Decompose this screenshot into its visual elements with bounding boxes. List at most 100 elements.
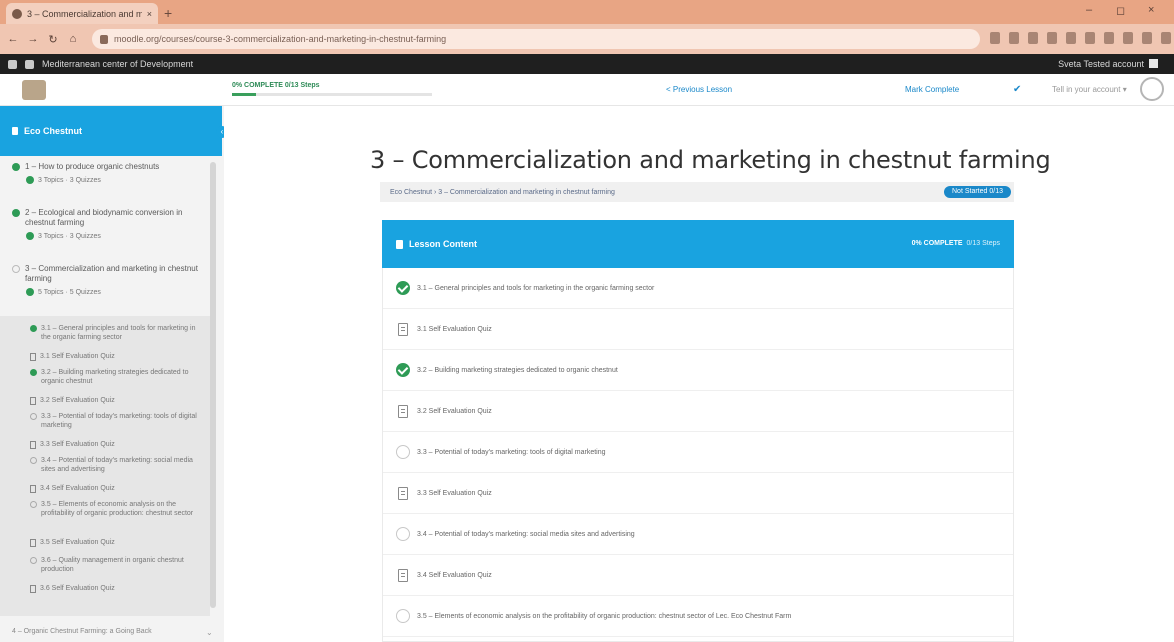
content-row-quiz[interactable]: 3.3 Self Evaluation Quiz xyxy=(383,473,1013,514)
close-window-icon[interactable]: × xyxy=(1148,4,1154,16)
site-icon[interactable] xyxy=(8,59,17,69)
address-bar[interactable]: moodle.org/courses/course-3-commercializ… xyxy=(92,29,980,49)
sidebar-header[interactable]: Eco Chestnut xyxy=(0,106,222,156)
extensions-bar xyxy=(990,32,1174,44)
course-title: Eco Chestnut xyxy=(24,126,83,136)
maximize-icon[interactable]: ◻ xyxy=(1116,4,1125,17)
collapse-icon[interactable] xyxy=(26,288,34,296)
user-avatar-icon[interactable] xyxy=(1149,59,1158,68)
lesson-title: 3 – Commercialization and marketing in c… xyxy=(25,264,198,283)
quiz-item[interactable]: 3.5 Self Evaluation Quiz xyxy=(30,538,200,547)
quiz-item[interactable]: 3.1 Self Evaluation Quiz xyxy=(30,352,200,361)
reload-icon[interactable]: ↻ xyxy=(46,33,60,46)
lesson-content-header: Lesson Content 0% COMPLETE 0/13 Steps xyxy=(382,220,1014,268)
sidebar-lesson[interactable]: 2 – Ecological and biodynamic conversion… xyxy=(12,208,198,240)
quiz-item[interactable]: 3.2 Self Evaluation Quiz xyxy=(30,396,200,405)
site-name-link[interactable]: Mediterranean center of Development xyxy=(42,59,193,69)
extension-icon[interactable] xyxy=(1085,32,1095,44)
extension-icon[interactable] xyxy=(990,32,1000,44)
topic-incomplete-icon xyxy=(30,557,37,564)
back-icon[interactable]: ← xyxy=(6,33,20,45)
quiz-item[interactable]: 3.3 Self Evaluation Quiz xyxy=(30,440,200,449)
quiz-icon xyxy=(398,568,408,582)
extension-icon[interactable] xyxy=(1142,32,1152,44)
lock-icon xyxy=(100,34,108,44)
extension-icon[interactable] xyxy=(1066,32,1076,44)
topic-label: 3.2 – Building marketing strategies dedi… xyxy=(41,369,189,385)
topic-item[interactable]: 3.3 – Potential of today's marketing: to… xyxy=(30,412,200,430)
dashboard-icon[interactable] xyxy=(25,59,34,69)
admin-user-label[interactable]: Sveta Tested account xyxy=(1058,59,1144,69)
lesson-complete-icon xyxy=(12,209,20,217)
admin-bar: Mediterranean center of Development Svet… xyxy=(0,54,1174,74)
quiz-item[interactable]: 3.6 Self Evaluation Quiz xyxy=(30,584,200,593)
minimize-icon[interactable]: – xyxy=(1086,4,1092,16)
topic-item[interactable]: 3.2 – Building marketing strategies dedi… xyxy=(30,368,200,386)
mark-complete-link[interactable]: Mark Complete xyxy=(905,85,959,94)
sidebar-toggle-icon[interactable]: ‹ xyxy=(216,126,224,138)
content-row-topic[interactable]: 3.4 – Potential of today's marketing: so… xyxy=(383,514,1013,555)
expand-icon[interactable] xyxy=(26,176,34,184)
content-row-quiz[interactable]: 3.2 Self Evaluation Quiz xyxy=(383,391,1013,432)
quiz-icon xyxy=(30,485,36,493)
quiz-icon xyxy=(398,404,408,418)
previous-lesson-link[interactable]: < Previous Lesson xyxy=(666,85,732,94)
extension-icon[interactable] xyxy=(1009,32,1019,44)
new-tab-icon[interactable]: + xyxy=(164,5,172,21)
content-row-topic[interactable]: 3.1 – General principles and tools for m… xyxy=(383,268,1013,309)
browser-tab-bar: 3 – Commercialization and mar × + – ◻ × xyxy=(0,0,1174,24)
topic-label: 3.6 – Quality management in organic ches… xyxy=(41,557,184,573)
topic-incomplete-icon xyxy=(30,457,37,464)
extension-icon[interactable] xyxy=(1047,32,1057,44)
lesson-meta: 3 Topics · 3 Quizzes xyxy=(38,232,101,240)
topic-item[interactable]: 3.1 – General principles and tools for m… xyxy=(30,324,200,342)
topic-item[interactable]: 3.5 – Elements of economic analysis on t… xyxy=(30,500,200,518)
quiz-icon xyxy=(398,486,408,500)
breadcrumb-text[interactable]: Eco Chestnut › 3 – Commercialization and… xyxy=(390,189,615,196)
topic-incomplete-icon xyxy=(30,501,37,508)
chevron-down-icon[interactable]: ⌄ xyxy=(206,628,213,637)
topic-incomplete-icon xyxy=(30,413,37,420)
sidebar-scrollbar[interactable] xyxy=(210,162,216,608)
quiz-item[interactable]: 3.4 Self Evaluation Quiz xyxy=(30,484,200,493)
quiz-label: 3.1 Self Evaluation Quiz xyxy=(40,353,115,360)
status-badge: Not Started 0/13 xyxy=(944,186,1011,198)
browser-tab[interactable]: 3 – Commercialization and mar × xyxy=(6,3,158,24)
lesson-content-list: 3.1 – General principles and tools for m… xyxy=(382,268,1014,642)
topic-label: 3.1 – General principles and tools for m… xyxy=(41,325,196,341)
topic-complete-icon xyxy=(30,369,37,376)
extension-icon[interactable] xyxy=(1028,32,1038,44)
close-tab-icon[interactable]: × xyxy=(147,9,152,19)
check-circle-icon xyxy=(396,281,410,295)
empty-circle-icon xyxy=(396,609,410,623)
row-label: 3.5 – Elements of economic analysis on t… xyxy=(417,612,792,620)
content-row-topic[interactable]: 3.2 – Building marketing strategies dedi… xyxy=(383,350,1013,391)
topic-item[interactable]: 3.6 – Quality management in organic ches… xyxy=(30,556,200,574)
avatar[interactable] xyxy=(1140,77,1164,101)
extension-icon[interactable] xyxy=(1104,32,1114,44)
content-row-topic[interactable]: 3.5 – Elements of economic analysis on t… xyxy=(383,596,1013,637)
main-content: 3 – Commercialization and marketing in c… xyxy=(224,106,1174,642)
content-row-quiz[interactable]: 3.4 Self Evaluation Quiz xyxy=(383,555,1013,596)
row-label: 3.1 – General principles and tools for m… xyxy=(417,284,655,292)
extension-icon[interactable] xyxy=(1123,32,1133,44)
lesson-meta: 3 Topics · 3 Quizzes xyxy=(38,176,101,184)
expand-icon[interactable] xyxy=(26,232,34,240)
content-status-label: 0% COMPLETE xyxy=(911,240,963,247)
sidebar-lesson-current[interactable]: 3 – Commercialization and marketing in c… xyxy=(12,264,198,296)
sidebar-lesson[interactable]: 1 – How to produce organic chestnuts 3 T… xyxy=(12,162,198,184)
topic-complete-icon xyxy=(30,325,37,332)
next-lesson-link[interactable]: 4 – Organic Chestnut Farming: a Going Ba… xyxy=(12,628,152,635)
site-logo[interactable] xyxy=(22,80,46,100)
home-icon[interactable]: ⌂ xyxy=(66,33,80,45)
document-icon xyxy=(396,239,403,249)
quiz-icon xyxy=(30,585,36,593)
content-row-quiz[interactable]: 3.1 Self Evaluation Quiz xyxy=(383,309,1013,350)
course-header: 0% COMPLETE 0/13 Steps < Previous Lesson… xyxy=(0,74,1174,106)
extension-icon[interactable] xyxy=(1161,32,1171,44)
topic-item[interactable]: 3.4 – Potential of today's marketing: so… xyxy=(30,456,200,474)
forward-icon[interactable]: → xyxy=(26,33,40,45)
user-menu[interactable]: Tell in your account ▾ xyxy=(1052,85,1127,94)
content-row-topic[interactable]: 3.3 – Potential of today's marketing: to… xyxy=(383,432,1013,473)
check-icon[interactable]: ✔ xyxy=(1013,84,1021,95)
